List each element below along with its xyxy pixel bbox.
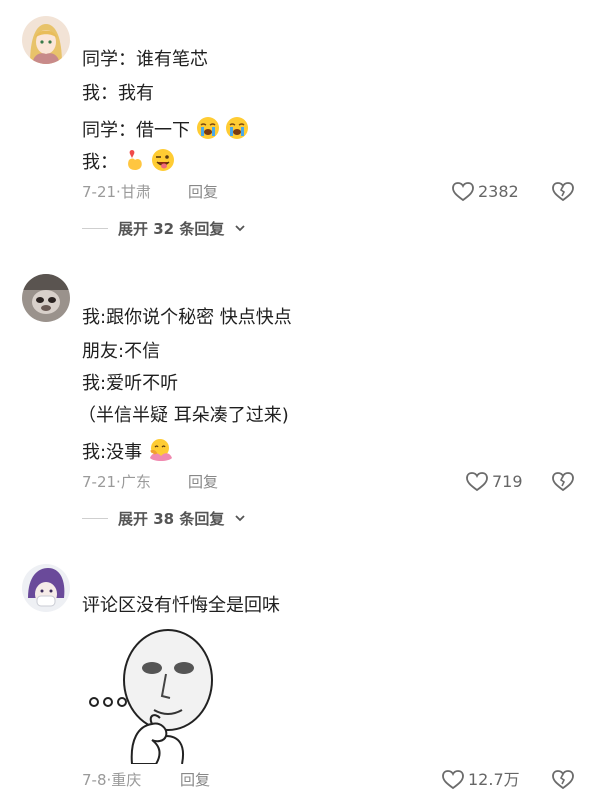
heart-hands-emoji (124, 148, 146, 179)
comment-meta: 7-21·甘肃 (82, 182, 151, 202)
comment-location: 重庆 (111, 771, 142, 789)
comment-meta: 7-21·广东 (82, 472, 151, 492)
comment-text: 同学：借一下 (82, 120, 190, 141)
dislike-button[interactable] (552, 770, 574, 790)
reply-button[interactable]: 回复 (188, 182, 218, 202)
comment-date: 7-21 (82, 183, 117, 201)
heart-outline-icon (452, 182, 474, 202)
comment-2: 我:跟你说个秘密 快点快点 朋友:不信 我:爱听不听 （半信半疑 耳朵凑了过来)… (0, 260, 597, 540)
like-count: 2382 (478, 182, 519, 201)
comment-text-line: 我:爱听不听 (82, 373, 179, 394)
broken-heart-icon (552, 472, 574, 492)
like-button[interactable]: 719 (466, 471, 523, 493)
comment-text-line: 我:跟你说个秘密 快点快点 (82, 307, 292, 328)
comment-date: 7-21 (82, 473, 117, 491)
crying-face-emoji (196, 116, 220, 147)
expand-replies-label: 展开 38 条回复 (118, 510, 225, 528)
comment-location: 甘肃 (120, 183, 151, 201)
comment-date: 7-8 (82, 771, 107, 789)
comment-location: 广东 (120, 473, 151, 491)
like-button[interactable]: 2382 (452, 181, 519, 203)
heart-outline-icon (442, 770, 464, 790)
expand-replies-button[interactable]: 展开 38 条回复 (82, 508, 246, 529)
comment-text-line: 同学：谁有笔芯 (82, 49, 208, 70)
comment-meta: 7-8·重庆 (82, 770, 141, 790)
comment-text-line: 朋友:不信 (82, 341, 161, 362)
comment-text-line: 同学：借一下 (82, 116, 249, 147)
comment-text-line: 评论区没有忏悔全是回味 (82, 595, 280, 616)
broken-heart-icon (552, 770, 574, 790)
dislike-button[interactable] (552, 182, 574, 202)
comment-text-line: 我：我有 (82, 83, 154, 104)
avatar[interactable] (22, 16, 70, 64)
heart-outline-icon (466, 472, 488, 492)
reply-button[interactable]: 回复 (188, 472, 218, 492)
expand-replies-button[interactable]: 展开 32 条回复 (82, 218, 246, 239)
chevron-down-icon (234, 220, 246, 238)
chevron-down-icon (234, 510, 246, 528)
divider (82, 228, 108, 229)
comment-text-line: （半信半疑 耳朵凑了过来) (78, 405, 289, 426)
broken-heart-icon (552, 182, 574, 202)
comment-text-line: 我:没事 (82, 438, 174, 469)
comment-3: 评论区没有忏悔全是回味 7-8·重庆 回复 12.7万 (0, 552, 597, 802)
hugging-face-emoji (148, 438, 174, 469)
like-count: 719 (492, 472, 523, 491)
divider (82, 518, 108, 519)
winking-tongue-emoji (151, 148, 175, 179)
reply-button[interactable]: 回复 (180, 770, 210, 790)
like-count: 12.7万 (468, 770, 520, 789)
avatar[interactable] (22, 564, 70, 612)
comment-text: 我： (82, 152, 118, 173)
like-button[interactable]: 12.7万 (442, 769, 520, 791)
dislike-button[interactable] (552, 472, 574, 492)
crying-face-emoji (225, 116, 249, 147)
comment-1: 同学：谁有笔芯 我：我有 同学：借一下 我： 7-21·甘肃 回复 2382 展… (0, 0, 597, 250)
thinking-meme-sticker[interactable] (82, 628, 218, 764)
avatar[interactable] (22, 274, 70, 322)
comment-text-line: 我： (82, 148, 175, 179)
expand-replies-label: 展开 32 条回复 (118, 220, 225, 238)
comment-text: 我:没事 (82, 442, 143, 463)
